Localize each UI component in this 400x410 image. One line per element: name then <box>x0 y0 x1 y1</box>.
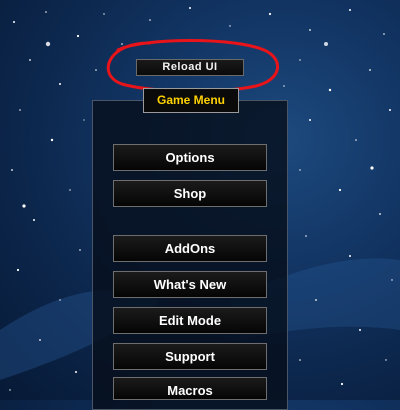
whats-new-button[interactable]: What's New <box>113 271 267 298</box>
macros-button[interactable]: Macros <box>113 377 267 400</box>
addons-button[interactable]: AddOns <box>113 235 267 262</box>
options-button[interactable]: Options <box>113 144 267 171</box>
shop-button[interactable]: Shop <box>113 180 267 207</box>
edit-mode-button[interactable]: Edit Mode <box>113 307 267 334</box>
reload-ui-button[interactable]: Reload UI <box>136 59 244 76</box>
game-menu-title: Game Menu <box>143 88 239 113</box>
support-button[interactable]: Support <box>113 343 267 370</box>
